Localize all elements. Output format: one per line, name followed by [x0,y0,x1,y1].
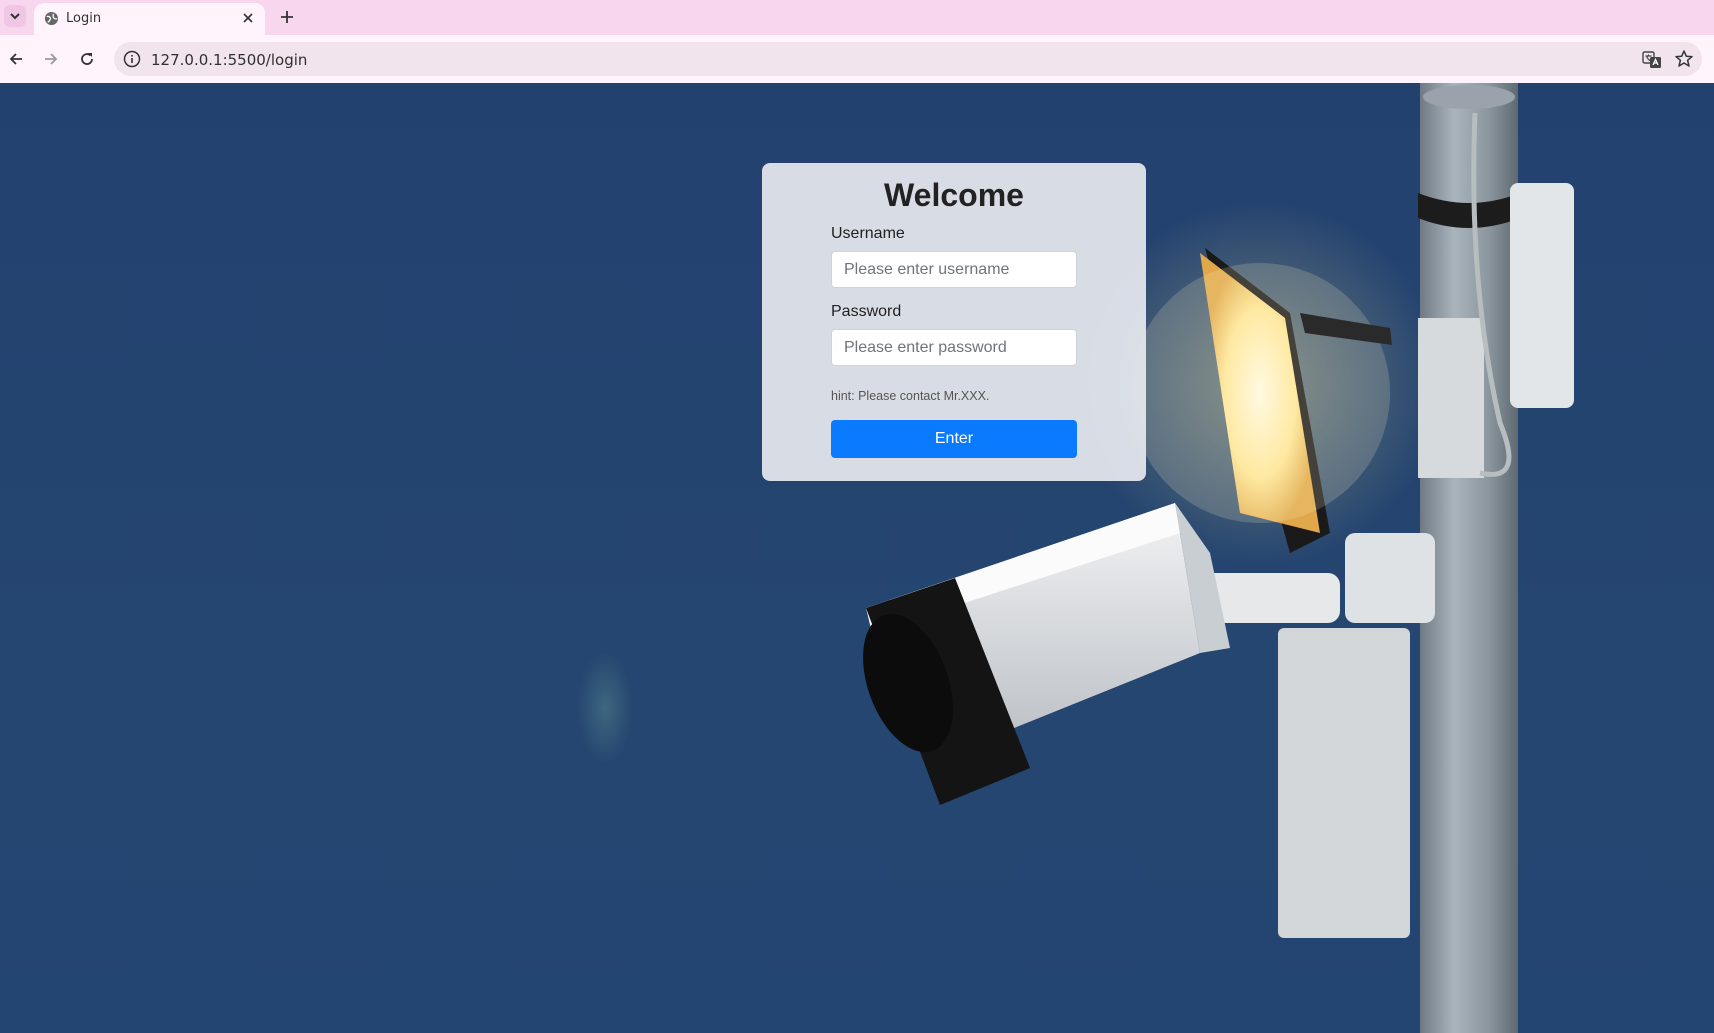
login-card: Welcome Username Password hint: Please c… [762,163,1146,481]
reload-icon [81,53,93,65]
address-bar[interactable]: 127.0.0.1:5500/login [114,42,1702,76]
chevron-down-icon [10,13,20,20]
info-icon[interactable] [123,50,141,68]
reload-button[interactable] [73,45,101,73]
translate-icon[interactable] [1642,50,1662,70]
login-hint: hint: Please contact Mr.XXX. [831,389,990,403]
forward-button[interactable] [37,45,65,73]
plus-icon [281,11,293,23]
close-icon[interactable] [239,9,257,27]
page-viewport: Welcome Username Password hint: Please c… [0,83,1714,1033]
back-icon [9,53,22,65]
forward-icon [45,53,58,65]
page-title: Welcome [884,177,1024,213]
browser-toolbar: 127.0.0.1:5500/login [0,35,1714,84]
url-text[interactable]: 127.0.0.1:5500/login [151,51,307,69]
password-label: Password [831,303,902,320]
username-input[interactable] [831,251,1077,288]
tab-login[interactable]: Login [34,3,265,35]
back-button[interactable] [2,45,30,73]
enter-button[interactable]: Enter [831,420,1077,458]
star-icon[interactable] [1674,49,1694,69]
tab-strip: Login [0,0,1714,35]
globe-icon [44,11,59,26]
tab-title: Login [66,11,102,26]
password-input[interactable] [831,329,1077,366]
new-tab-button[interactable] [276,6,298,28]
username-label: Username [831,225,905,242]
tab-list-button[interactable] [4,5,26,27]
